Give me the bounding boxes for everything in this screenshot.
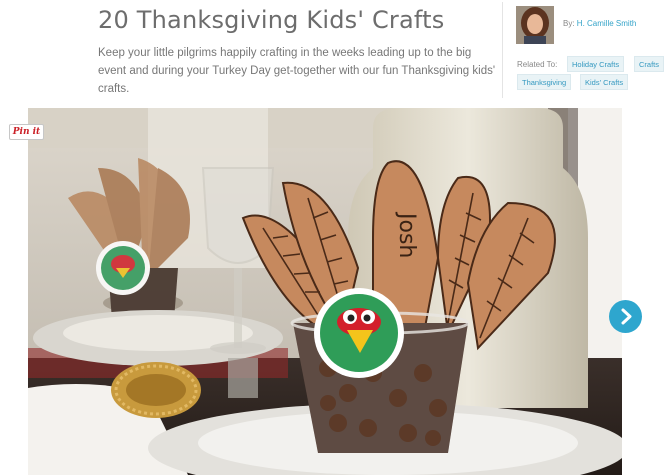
next-slide-button[interactable]: [609, 300, 642, 333]
page-title: 20 Thanksgiving Kids' Crafts: [98, 6, 445, 34]
author-byline: By: H. Camille Smith: [563, 19, 636, 28]
chevron-right-icon: [621, 308, 632, 325]
tag-holiday-crafts[interactable]: Holiday Crafts: [567, 56, 625, 72]
tag-thanksgiving[interactable]: Thanksgiving: [517, 74, 572, 90]
pin-it-button[interactable]: Pin it: [9, 124, 44, 140]
author-avatar[interactable]: [516, 6, 554, 44]
tag-crafts[interactable]: Crafts: [634, 56, 665, 72]
slideshow-photo[interactable]: Josh: [28, 108, 622, 475]
place-card-name: Josh: [394, 211, 419, 258]
article-description: Keep your little pilgrims happily crafti…: [98, 47, 496, 95]
header-divider: [502, 2, 503, 98]
related-label: Related To:: [517, 60, 558, 69]
author-link[interactable]: H. Camille Smith: [577, 19, 637, 28]
byline-label: By:: [563, 19, 575, 28]
tag-kids-crafts[interactable]: Kids' Crafts: [580, 74, 629, 90]
